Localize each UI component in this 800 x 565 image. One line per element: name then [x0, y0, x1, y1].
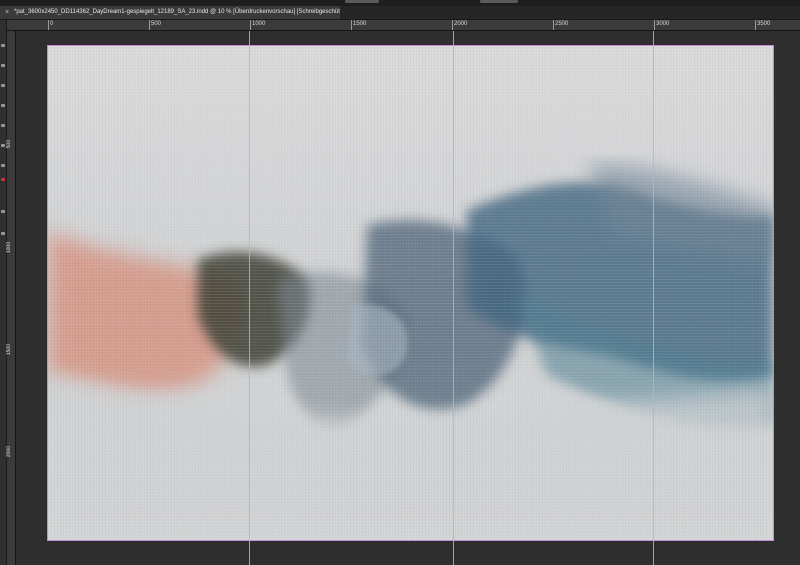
ruler-label: 0	[50, 21, 54, 27]
ruler-label: 2000	[454, 21, 468, 27]
ruler-label: 1500	[6, 344, 12, 356]
column-guide[interactable]	[653, 31, 654, 565]
pen-tool-icon[interactable]	[1, 144, 5, 147]
horizontal-ruler[interactable]: 0 500 1000 1500 2000 2500 3000 3500	[7, 20, 800, 31]
hand-tool-icon[interactable]	[1, 210, 5, 213]
toolbar-control[interactable]	[345, 0, 379, 3]
vertical-ruler[interactable]: 500 1000 1500 2000	[6, 31, 16, 565]
ruler-label: 3500	[757, 21, 771, 27]
ruler-label: 1000	[6, 242, 12, 254]
direct-selection-tool-icon[interactable]	[1, 64, 5, 67]
rectangle-tool-icon[interactable]	[1, 164, 5, 167]
gap-tool-icon[interactable]	[1, 104, 5, 107]
page-tool-icon[interactable]	[1, 84, 5, 87]
close-icon[interactable]: ×	[3, 6, 11, 19]
toolbar-control[interactable]	[480, 0, 518, 3]
ruler-label: 500	[151, 21, 162, 27]
document-tab-title: *pat_3600x2450_DD114362_DayDream1-gespie…	[14, 9, 340, 15]
column-guide[interactable]	[453, 31, 454, 565]
selection-tool-icon[interactable]	[1, 44, 5, 47]
watercolor-artwork-image	[48, 46, 773, 540]
type-tool-icon[interactable]	[1, 124, 5, 127]
document-tab-bar: × *pat_3600x2450_DD114362_DayDream1-gesp…	[0, 6, 800, 20]
ruler-label: 500	[6, 140, 12, 149]
ruler-label: 1500	[353, 21, 367, 27]
document-tab[interactable]: × *pat_3600x2450_DD114362_DayDream1-gesp…	[0, 6, 340, 19]
fill-color-icon[interactable]	[1, 178, 5, 181]
zoom-tool-icon[interactable]	[1, 232, 5, 235]
tools-panel	[0, 20, 7, 565]
watercolor-artwork-frame[interactable]	[47, 45, 774, 541]
ruler-label: 3000	[656, 21, 670, 27]
ruler-label: 1000	[252, 21, 266, 27]
ruler-label: 2500	[555, 21, 569, 27]
ruler-label: 2000	[6, 446, 12, 458]
column-guide[interactable]	[249, 31, 250, 565]
